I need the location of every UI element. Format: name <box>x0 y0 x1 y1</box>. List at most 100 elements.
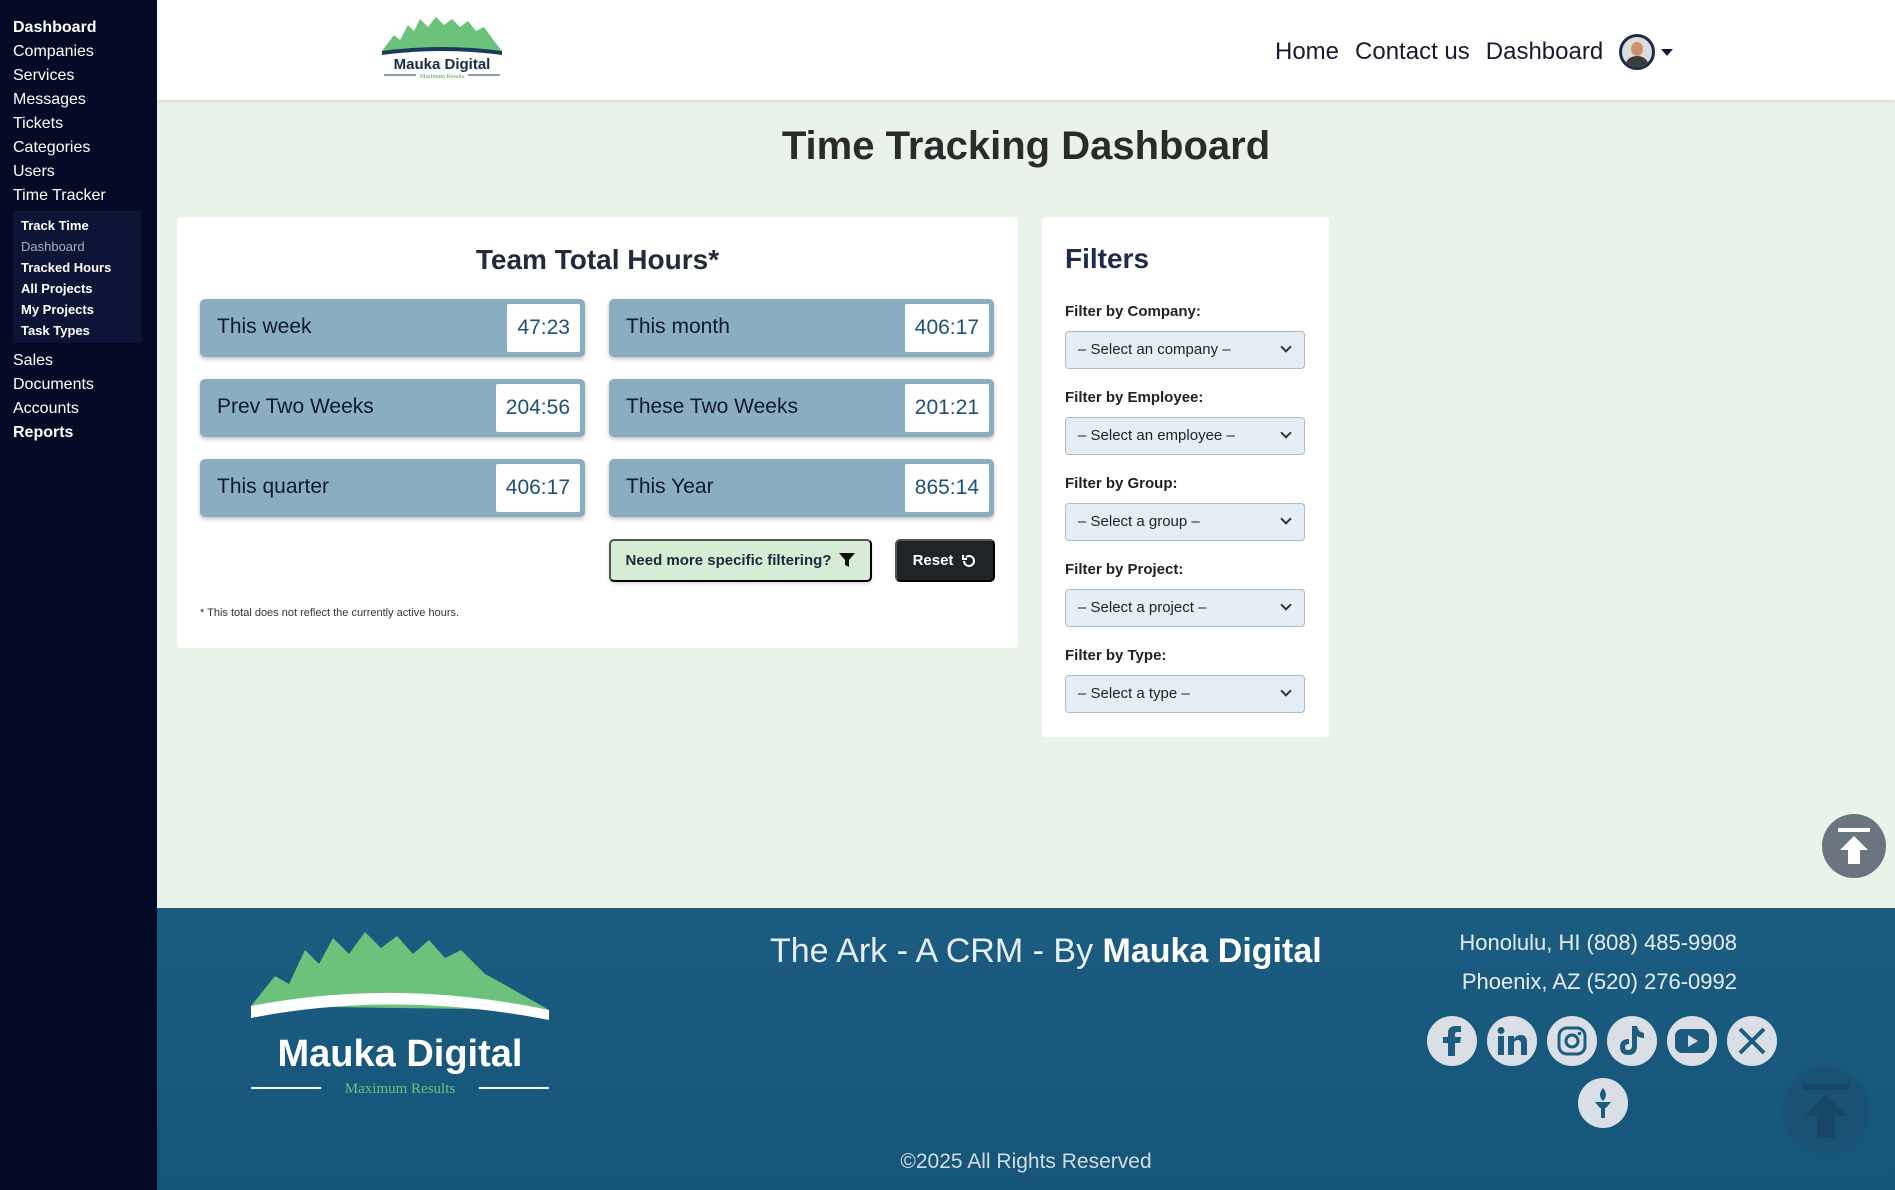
stat-this-quarter: This quarter 406:17 <box>200 459 585 517</box>
stat-value: 865:14 <box>904 464 989 512</box>
filter-project-label: Filter by Project: <box>1065 561 1184 578</box>
nav-contact-link[interactable]: Contact us <box>1355 38 1470 66</box>
filter-employee-value: – Select an employee – <box>1078 427 1235 444</box>
sidebar-item-sales[interactable]: Sales <box>0 349 157 373</box>
nav-dashboard-link[interactable]: Dashboard <box>1486 38 1603 66</box>
hours-footnote: * This total does not reflect the curren… <box>200 607 460 619</box>
submenu-item-my-projects[interactable]: My Projects <box>21 299 141 320</box>
footer-phone-phoenix[interactable]: Phoenix, AZ (520) 276-0992 <box>1462 969 1737 995</box>
scroll-to-top-footer-button[interactable] <box>1782 1067 1870 1155</box>
chevron-down-icon <box>1280 685 1292 697</box>
reset-button[interactable]: Reset <box>895 539 995 582</box>
filter-group-label: Filter by Group: <box>1065 475 1178 492</box>
chevron-down-icon <box>1280 341 1292 353</box>
stat-value: 204:56 <box>495 384 580 432</box>
filter-company-value: – Select an company – <box>1078 341 1231 358</box>
filter-type-value: – Select a type – <box>1078 685 1190 702</box>
footer-logo[interactable]: Mauka Digital Maximum Results <box>245 928 555 1108</box>
stat-label: Prev Two Weeks <box>217 395 374 418</box>
time-tracker-submenu: Track Time Dashboard Tracked Hours All P… <box>13 211 141 343</box>
submenu-item-track-time[interactable]: Track Time <box>21 215 141 236</box>
stat-this-year: This Year 865:14 <box>609 459 994 517</box>
submenu-item-tracked-hours[interactable]: Tracked Hours <box>21 257 141 278</box>
user-menu-caret-icon[interactable] <box>1661 48 1674 56</box>
reset-icon <box>962 554 976 567</box>
stat-this-month: This month 406:17 <box>609 299 994 357</box>
user-avatar[interactable] <box>1619 34 1656 70</box>
stat-label: This Year <box>626 475 714 498</box>
sidebar-item-categories[interactable]: Categories <box>0 136 157 160</box>
submenu-item-task-types[interactable]: Task Types <box>21 320 141 341</box>
footer-title-prefix: The Ark - A CRM - By <box>770 932 1103 970</box>
filter-employee-label: Filter by Employee: <box>1065 389 1204 406</box>
nav-home-link[interactable]: Home <box>1275 38 1339 66</box>
stat-prev-two-weeks: Prev Two Weeks 204:56 <box>200 379 585 437</box>
submenu-item-all-projects[interactable]: All Projects <box>21 278 141 299</box>
header-logo[interactable]: Mauka Digital Maximum Results <box>380 13 505 81</box>
filter-group-value: – Select a group – <box>1078 513 1200 530</box>
filter-company-label: Filter by Company: <box>1065 303 1201 320</box>
social-links <box>1427 1016 1787 1066</box>
chevron-down-icon <box>1280 513 1292 525</box>
linkedin-icon[interactable] <box>1487 1016 1537 1066</box>
arrow-up-icon <box>1803 1084 1849 1138</box>
sidebar-item-users[interactable]: Users <box>0 160 157 184</box>
sidebar-item-reports[interactable]: Reports <box>0 421 157 445</box>
filter-type-select[interactable]: – Select a type – <box>1065 675 1305 713</box>
specific-filtering-label: Need more specific filtering? <box>625 552 832 569</box>
footer-title-brand: Mauka Digital <box>1102 932 1322 970</box>
footer: Mauka Digital Maximum Results The Ark - … <box>157 908 1895 1190</box>
stat-value: 201:21 <box>904 384 989 432</box>
filters-card: Filters Filter by Company: – Select an c… <box>1042 217 1329 737</box>
stat-label: These Two Weeks <box>626 395 798 418</box>
sidebar-item-dashboard[interactable]: Dashboard <box>0 16 157 40</box>
specific-filtering-button[interactable]: Need more specific filtering? <box>609 539 872 582</box>
filter-employee-select[interactable]: – Select an employee – <box>1065 417 1305 455</box>
torch-icon[interactable] <box>1578 1078 1628 1128</box>
footer-phone-honolulu[interactable]: Honolulu, HI (808) 485-9908 <box>1459 930 1737 956</box>
sidebar-item-tickets[interactable]: Tickets <box>0 112 157 136</box>
footer-logo-tagline: Maximum Results <box>345 1081 456 1097</box>
chevron-down-icon <box>1280 599 1292 611</box>
filter-project-select[interactable]: – Select a project – <box>1065 589 1305 627</box>
reset-label: Reset <box>912 552 954 569</box>
sidebar-item-time-tracker[interactable]: Time Tracker <box>0 184 157 208</box>
copyright-text: ©2025 All Rights Reserved <box>900 1150 1152 1173</box>
top-header: Mauka Digital Maximum Results Home Conta… <box>157 0 1895 100</box>
stat-these-two-weeks: These Two Weeks 201:21 <box>609 379 994 437</box>
header-logo-text: Mauka Digital <box>394 56 491 73</box>
sidebar-item-companies[interactable]: Companies <box>0 40 157 64</box>
stat-value: 406:17 <box>904 304 989 352</box>
filters-title: Filters <box>1065 243 1150 274</box>
scroll-to-top-button[interactable] <box>1822 814 1886 878</box>
arrow-up-icon <box>1838 828 1870 864</box>
sidebar-item-accounts[interactable]: Accounts <box>0 397 157 421</box>
stat-label: This month <box>626 315 730 338</box>
sidebar-item-services[interactable]: Services <box>0 64 157 88</box>
stat-label: This quarter <box>217 475 330 498</box>
x-icon[interactable] <box>1727 1016 1777 1066</box>
sidebar: Dashboard Companies Services Messages Ti… <box>0 0 157 1190</box>
footer-title: The Ark - A CRM - By Mauka Digital <box>770 932 1322 971</box>
stat-value: 406:17 <box>495 464 580 512</box>
filter-project-value: – Select a project – <box>1078 599 1207 616</box>
sidebar-item-messages[interactable]: Messages <box>0 88 157 112</box>
stat-label: This week <box>217 315 312 338</box>
youtube-icon[interactable] <box>1667 1016 1717 1066</box>
stat-value: 47:23 <box>507 304 580 352</box>
page-title: Time Tracking Dashboard <box>781 124 1271 168</box>
submenu-item-dashboard[interactable]: Dashboard <box>21 236 141 257</box>
filter-type-label: Filter by Type: <box>1065 647 1167 664</box>
team-hours-title: Team Total Hours* <box>475 244 720 275</box>
funnel-icon <box>839 553 856 567</box>
footer-logo-text: Mauka Digital <box>278 1033 523 1075</box>
chevron-down-icon <box>1280 427 1292 439</box>
facebook-icon[interactable] <box>1427 1016 1477 1066</box>
stat-this-week: This week 47:23 <box>200 299 585 357</box>
instagram-icon[interactable] <box>1547 1016 1597 1066</box>
sidebar-item-documents[interactable]: Documents <box>0 373 157 397</box>
tiktok-icon[interactable] <box>1607 1016 1657 1066</box>
filter-company-select[interactable]: – Select an company – <box>1065 331 1305 369</box>
team-hours-card: Team Total Hours* This week 47:23 This m… <box>177 217 1018 648</box>
filter-group-select[interactable]: – Select a group – <box>1065 503 1305 541</box>
